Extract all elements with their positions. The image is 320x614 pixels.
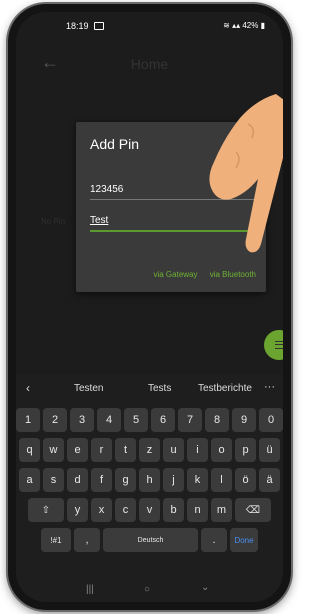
backspace-icon[interactable]: ⌫ [235,498,271,522]
key-c[interactable]: c [115,498,136,522]
key-p[interactable]: p [235,438,256,462]
name-value: Test [90,215,109,226]
bottom-row: !#1 , Deutsch . Done [16,528,283,554]
gallery-notification-icon [94,22,104,30]
key-4[interactable]: 4 [97,408,121,432]
key-w[interactable]: w [43,438,64,462]
via-gateway-button[interactable]: via Gateway [153,270,197,279]
pin-value: 123456 [90,184,124,195]
wifi-icon: ≋ [223,21,230,30]
suggestion-item[interactable]: Testen [74,383,103,394]
key-y[interactable]: y [67,498,88,522]
status-time: 18:19 [66,21,89,31]
key-a-umlaut[interactable]: ä [259,468,280,492]
status-right: ≋ ▴▴ 42% ▮ [223,21,265,30]
key-a[interactable]: a [19,468,40,492]
key-n[interactable]: n [187,498,208,522]
key-2[interactable]: 2 [43,408,67,432]
letter-row-2: a s d f g h j k l ö ä [16,468,283,494]
done-button[interactable]: Done [230,528,258,552]
key-f[interactable]: f [91,468,112,492]
chevron-left-icon[interactable]: ‹ [26,381,30,395]
home-icon[interactable]: ○ [144,584,150,595]
key-g[interactable]: g [115,468,136,492]
dialog-title: Add Pin [90,136,140,152]
key-5[interactable]: 5 [124,408,148,432]
signal-icon: ▴▴ [232,21,241,30]
key-1[interactable]: 1 [16,408,40,432]
keyboard-hide-icon[interactable]: ⌄ [201,582,209,593]
suggestion-bar: ‹ Testen Tests Testberichte ··· [16,376,283,402]
recents-icon[interactable]: ||| [86,584,94,595]
more-suggestions-button[interactable]: ··· [264,381,275,393]
key-m[interactable]: m [211,498,232,522]
key-0[interactable]: 0 [259,408,283,432]
key-r[interactable]: r [91,438,112,462]
key-v[interactable]: v [139,498,160,522]
key-t[interactable]: t [115,438,136,462]
page-title: Home [130,56,169,72]
key-o[interactable]: o [211,438,232,462]
number-row: 1 2 3 4 5 6 7 8 9 0 [16,408,283,434]
key-s[interactable]: s [43,468,64,492]
key-3[interactable]: 3 [70,408,94,432]
key-u[interactable]: u [163,438,184,462]
suggestion-item[interactable]: Testberichte [198,383,252,394]
suggestion-item[interactable]: Tests [148,383,171,394]
on-screen-keyboard: ‹ Testen Tests Testberichte ··· 1 2 3 4 … [16,374,283,602]
system-nav-bar: ||| ○ ⌄ [16,580,283,602]
menu-fab-button[interactable] [264,330,283,360]
symbols-key[interactable]: !#1 [41,528,71,552]
key-6[interactable]: 6 [151,408,175,432]
screen: 18:19 ≋ ▴▴ 42% ▮ ← Home No Pin Add Pin 1… [16,12,283,602]
comma-key[interactable]: , [74,528,100,552]
key-o-umlaut[interactable]: ö [235,468,256,492]
space-key[interactable]: Deutsch [103,528,198,552]
battery-icon: ▮ [260,21,265,30]
letter-row-1: q w e r t z u i o p ü [16,438,283,464]
pointing-hand-icon [209,94,283,253]
letter-row-3: ⇧ y x c v b n m ⌫ [16,498,283,524]
key-e[interactable]: e [67,438,88,462]
key-9[interactable]: 9 [232,408,256,432]
key-z[interactable]: z [139,438,160,462]
key-l[interactable]: l [211,468,232,492]
battery-text: 42% [242,21,259,30]
key-k[interactable]: k [187,468,208,492]
menu-icon [275,341,283,349]
period-key[interactable]: . [201,528,227,552]
empty-state-text: No Pin [41,217,66,226]
key-b[interactable]: b [163,498,184,522]
key-i[interactable]: i [187,438,208,462]
key-d[interactable]: d [67,468,88,492]
app-bar: ← Home [16,52,283,82]
key-h[interactable]: h [139,468,160,492]
key-8[interactable]: 8 [205,408,229,432]
key-q[interactable]: q [19,438,40,462]
key-7[interactable]: 7 [178,408,202,432]
status-bar: 18:19 ≋ ▴▴ 42% ▮ [16,12,283,36]
key-u-umlaut[interactable]: ü [259,438,280,462]
key-j[interactable]: j [163,468,184,492]
key-x[interactable]: x [91,498,112,522]
shift-icon[interactable]: ⇧ [28,498,64,522]
phone-frame: 18:19 ≋ ▴▴ 42% ▮ ← Home No Pin Add Pin 1… [8,4,291,610]
